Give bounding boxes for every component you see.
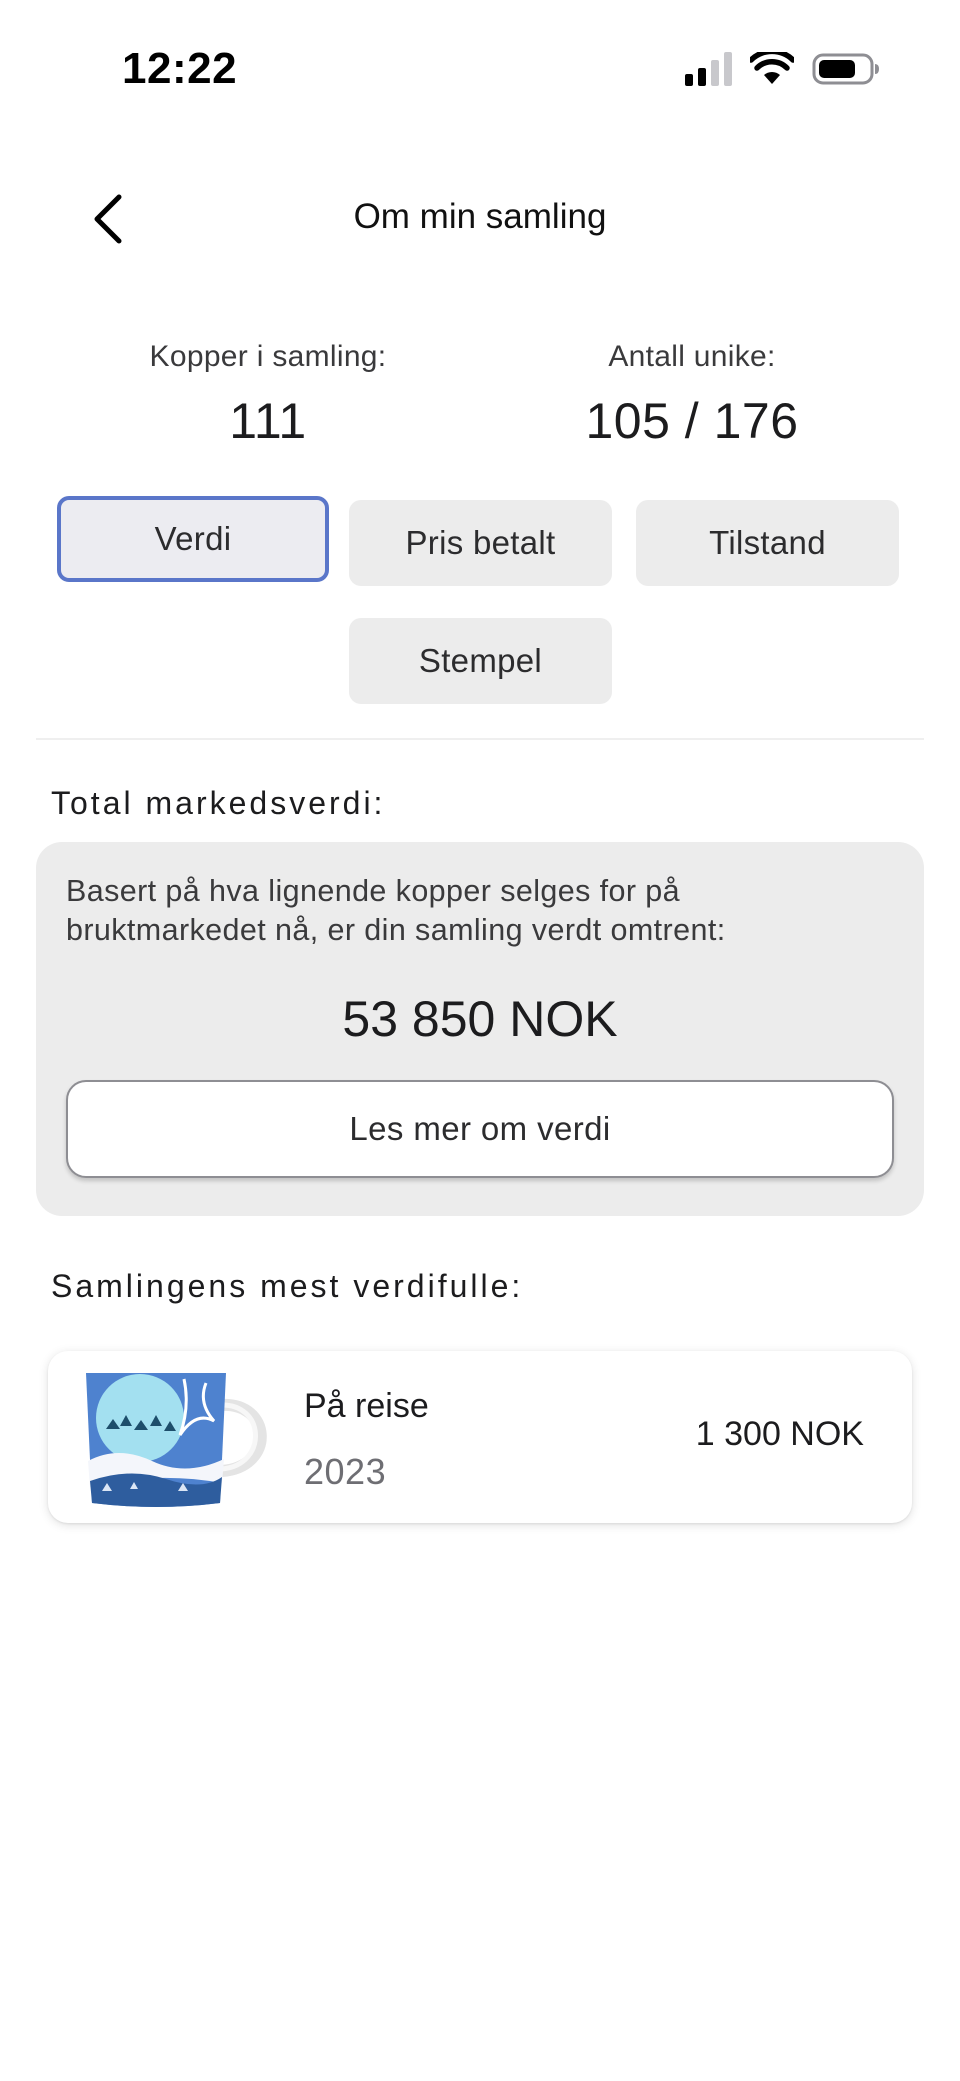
navigation-bar: Om min samling <box>0 175 960 265</box>
cups-in-collection-stat: Kopper i samling: 111 <box>78 340 458 450</box>
cups-in-collection-label: Kopper i samling: <box>149 340 387 373</box>
item-year: 2023 <box>304 1451 387 1492</box>
cellular-signal-icon <box>685 52 732 86</box>
battery-icon <box>812 53 879 85</box>
segment-condition-button[interactable]: Tilstand <box>636 500 899 586</box>
most-valuable-item-card[interactable]: På reise 2023 1 300 NOK <box>48 1351 912 1523</box>
status-time: 12:22 <box>122 44 238 93</box>
segment-price-paid-button[interactable]: Pris betalt <box>349 500 612 586</box>
cups-in-collection-value: 111 <box>229 393 307 449</box>
market-value-card: Basert på hva lignende kopper selges for… <box>36 842 924 1216</box>
total-market-value-heading: Total markedsverdi: <box>51 785 386 821</box>
segment-value-button[interactable]: Verdi <box>57 496 329 582</box>
mug-thumbnail <box>86 1373 267 1507</box>
read-more-about-value-button[interactable]: Les mer om verdi <box>66 1080 894 1178</box>
market-value-description: Basert på hva lignende kopper selges for… <box>66 874 726 947</box>
status-bar: 12:22 <box>0 0 960 140</box>
status-icons <box>685 52 880 86</box>
unique-count-value: 105 / 176 <box>585 393 799 449</box>
item-price: 1 300 NOK <box>695 1415 864 1453</box>
unique-count-label: Antall unike: <box>608 340 776 373</box>
segment-stamp-button[interactable]: Stempel <box>349 618 612 704</box>
divider <box>36 738 924 740</box>
wifi-icon <box>750 52 794 84</box>
item-name: På reise <box>304 1387 429 1425</box>
page-title: Om min samling <box>353 197 607 236</box>
most-valuable-heading: Samlingens mest verdifulle: <box>51 1268 524 1304</box>
unique-count-stat: Antall unike: 105 / 176 <box>502 340 882 450</box>
market-value-total: 53 850 NOK <box>342 991 618 1047</box>
